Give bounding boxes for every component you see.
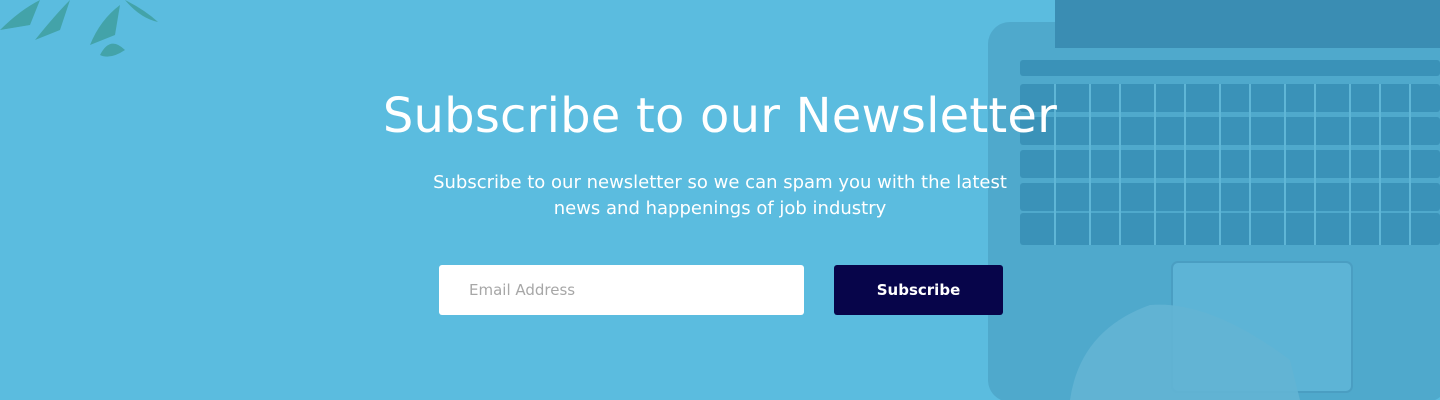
subscribe-button[interactable]: Subscribe xyxy=(834,265,1003,315)
newsletter-banner: Subscribe to our Newsletter Subscribe to… xyxy=(0,0,1440,400)
newsletter-title: Subscribe to our Newsletter xyxy=(382,88,1058,144)
email-input[interactable] xyxy=(439,265,804,315)
newsletter-content: Subscribe to our Newsletter Subscribe to… xyxy=(0,0,1440,400)
newsletter-subtitle: Subscribe to our newsletter so we can sp… xyxy=(433,172,1007,219)
